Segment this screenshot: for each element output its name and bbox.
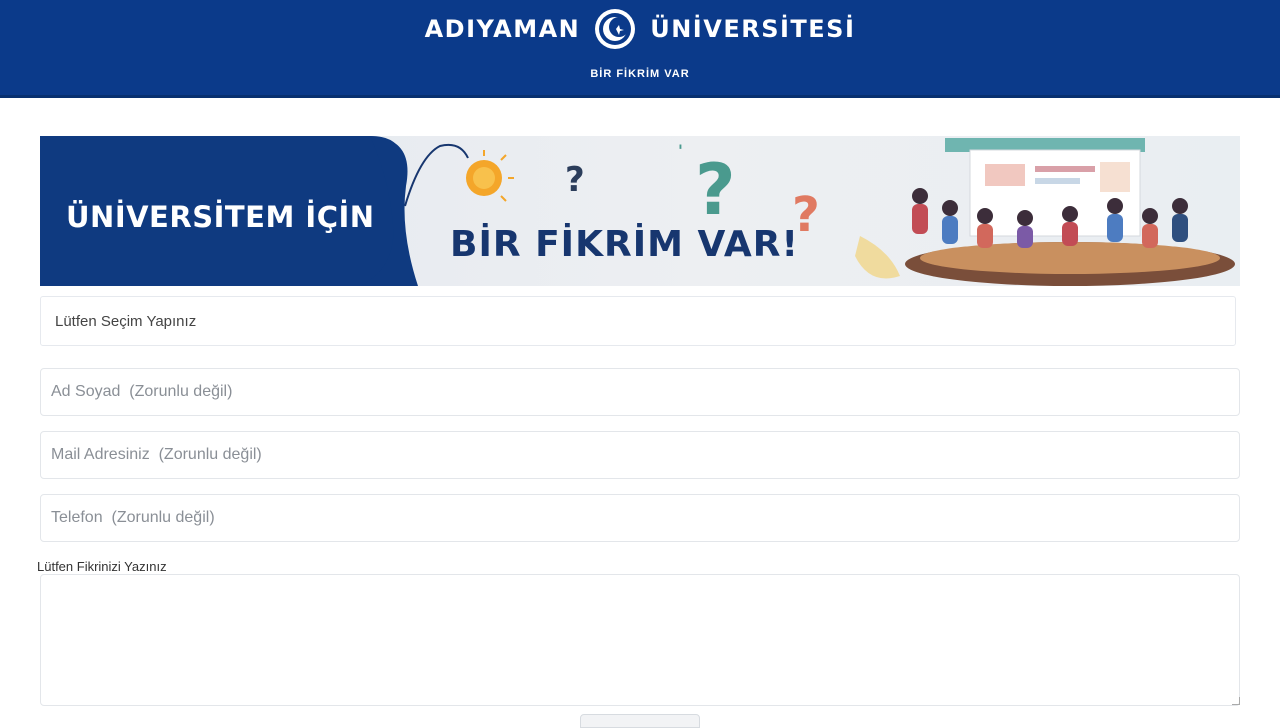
brand-left-text: ADIYAMAN bbox=[424, 15, 581, 43]
submit-button[interactable] bbox=[580, 714, 700, 728]
site-header: ADIYAMAN ÜNİVERSİTESİ BİR FİKRİM VAR bbox=[0, 0, 1280, 98]
brand-row: ADIYAMAN ÜNİVERSİTESİ bbox=[0, 6, 1280, 52]
banner-left-text: ÜNİVERSİTEM İÇİN bbox=[66, 200, 375, 234]
category-select-value: Lütfen Seçim Yapınız bbox=[55, 313, 197, 330]
header-subtitle: BİR FİKRİM VAR bbox=[590, 68, 690, 80]
idea-banner: ? ? ? ' ÜNİVERSİTEM İÇİN BİR FİKRİM VAR! bbox=[40, 136, 1240, 286]
email-field[interactable] bbox=[40, 431, 1240, 479]
banner-main-text: BİR FİKRİM VAR! bbox=[450, 224, 799, 265]
lightbulb-icon bbox=[466, 150, 514, 202]
phone-field[interactable] bbox=[40, 494, 1240, 542]
name-field[interactable] bbox=[40, 368, 1240, 416]
brand-right-text: ÜNİVERSİTESİ bbox=[650, 15, 856, 43]
textarea-resize-handle[interactable] bbox=[1232, 697, 1240, 705]
idea-textarea[interactable] bbox=[40, 574, 1240, 706]
meeting-illustration bbox=[905, 138, 1235, 286]
svg-text:?: ? bbox=[565, 160, 585, 200]
crescent-star-logo-icon[interactable] bbox=[594, 8, 636, 50]
category-select[interactable]: Lütfen Seçim Yapınız bbox=[40, 296, 1236, 346]
svg-text:': ' bbox=[678, 141, 683, 160]
idea-textarea-label: Lütfen Fikrinizi Yazınız bbox=[37, 559, 167, 574]
svg-text:?: ? bbox=[695, 149, 736, 231]
